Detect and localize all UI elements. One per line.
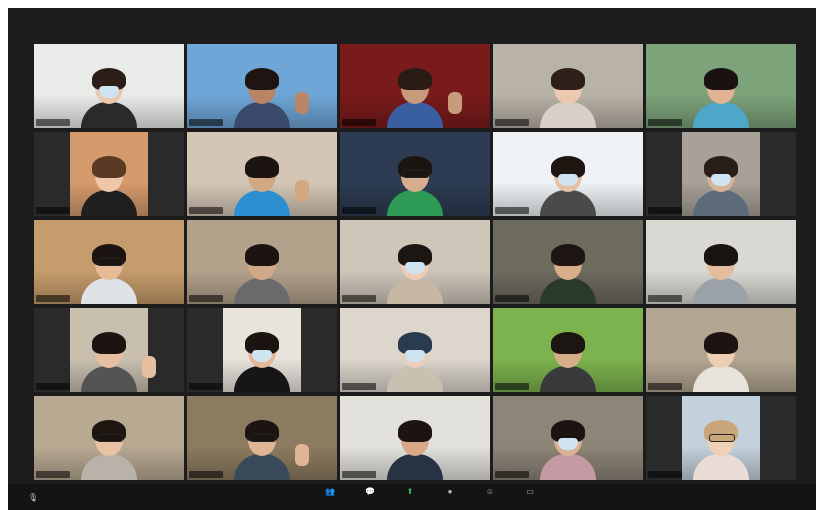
meeting-toolbar: 🎙 👥 💬 ⬆ ● ☺ ▭ xyxy=(8,484,816,510)
participant-video-tile[interactable] xyxy=(493,308,643,392)
participant-name-tag xyxy=(495,119,529,126)
participant-name-tag xyxy=(342,471,376,478)
participant-avatar xyxy=(693,68,749,128)
more-icon: ▭ xyxy=(526,487,534,496)
participant-video-tile[interactable] xyxy=(340,396,490,480)
participant-avatar xyxy=(387,244,443,304)
participant-video-tile[interactable] xyxy=(646,132,796,216)
participant-avatar xyxy=(234,244,290,304)
participant-name-tag xyxy=(342,295,376,302)
participant-video-tile[interactable] xyxy=(187,308,337,392)
participant-video-tile[interactable] xyxy=(493,44,643,128)
participant-name-tag xyxy=(36,295,70,302)
participant-name-tag xyxy=(189,295,223,302)
record-button[interactable]: ● xyxy=(433,486,467,508)
participant-video-tile[interactable] xyxy=(187,44,337,128)
participant-avatar xyxy=(540,156,596,216)
participant-avatar xyxy=(81,244,137,304)
participant-avatar xyxy=(693,156,749,216)
participant-avatar xyxy=(693,244,749,304)
participant-name-tag xyxy=(648,207,682,214)
participant-name-tag xyxy=(189,207,223,214)
raised-hand-gesture xyxy=(142,356,156,378)
participant-video-tile[interactable] xyxy=(340,44,490,128)
participant-video-tile[interactable] xyxy=(646,308,796,392)
participant-avatar xyxy=(540,332,596,392)
participant-avatar xyxy=(234,332,290,392)
participant-video-tile[interactable] xyxy=(34,396,184,480)
raised-hand-gesture xyxy=(448,92,462,114)
participant-avatar xyxy=(693,332,749,392)
participant-video-tile[interactable] xyxy=(187,132,337,216)
raised-hand-gesture xyxy=(295,92,309,114)
participant-name-tag xyxy=(495,383,529,390)
participant-name-tag xyxy=(36,207,70,214)
participant-name-tag xyxy=(495,295,529,302)
participant-avatar xyxy=(387,420,443,480)
chat-icon: 💬 xyxy=(365,487,375,496)
participant-video-tile[interactable] xyxy=(34,44,184,128)
participant-avatar xyxy=(693,420,749,480)
raised-hand-gesture xyxy=(295,180,309,202)
share-screen-button[interactable]: ⬆ xyxy=(393,486,427,508)
participant-video-tile[interactable] xyxy=(493,132,643,216)
participant-name-tag xyxy=(342,207,376,214)
participant-video-tile[interactable] xyxy=(34,308,184,392)
participant-avatar xyxy=(81,156,137,216)
participant-video-tile[interactable] xyxy=(187,396,337,480)
microphone-icon: 🎙 xyxy=(27,493,39,502)
zoom-meeting-window: 🎙 👥 💬 ⬆ ● ☺ ▭ xyxy=(8,8,816,510)
participant-video-tile[interactable] xyxy=(340,132,490,216)
participant-video-tile[interactable] xyxy=(340,220,490,304)
participant-avatar xyxy=(540,244,596,304)
participant-name-tag xyxy=(648,471,682,478)
participant-name-tag xyxy=(648,295,682,302)
participant-video-tile[interactable] xyxy=(493,220,643,304)
more-button[interactable]: ▭ xyxy=(513,486,547,508)
chat-button[interactable]: 💬 xyxy=(353,486,387,508)
participant-video-tile[interactable] xyxy=(340,308,490,392)
participant-name-tag xyxy=(648,119,682,126)
participant-name-tag xyxy=(342,119,376,126)
reactions-icon: ☺ xyxy=(485,487,495,496)
participant-avatar xyxy=(234,68,290,128)
participant-name-tag xyxy=(189,471,223,478)
participant-avatar xyxy=(540,68,596,128)
participant-name-tag xyxy=(36,383,70,390)
participants-button[interactable]: 👥 xyxy=(313,486,347,508)
participant-avatar xyxy=(387,68,443,128)
record-icon: ● xyxy=(447,487,453,496)
participant-name-tag xyxy=(189,119,223,126)
participant-video-tile[interactable] xyxy=(34,220,184,304)
participant-video-tile[interactable] xyxy=(646,220,796,304)
reactions-button[interactable]: ☺ xyxy=(473,486,507,508)
participant-avatar xyxy=(387,156,443,216)
participant-name-tag xyxy=(36,471,70,478)
participant-name-tag xyxy=(648,383,682,390)
participant-name-tag xyxy=(342,383,376,390)
participants-icon: 👥 xyxy=(325,487,335,496)
participant-video-tile[interactable] xyxy=(646,396,796,480)
participant-video-tile[interactable] xyxy=(493,396,643,480)
gallery-view-grid xyxy=(34,44,796,480)
participant-avatar xyxy=(81,420,137,480)
participant-name-tag xyxy=(189,383,223,390)
participant-name-tag xyxy=(495,207,529,214)
participant-avatar xyxy=(540,420,596,480)
audio-control[interactable]: 🎙 xyxy=(18,487,48,507)
participant-video-tile[interactable] xyxy=(187,220,337,304)
participant-avatar xyxy=(81,332,137,392)
participant-avatar xyxy=(387,332,443,392)
raised-hand-gesture xyxy=(295,444,309,466)
participant-avatar xyxy=(234,156,290,216)
participant-video-tile[interactable] xyxy=(646,44,796,128)
participant-avatar xyxy=(81,68,137,128)
participant-avatar xyxy=(234,420,290,480)
share-screen-icon: ⬆ xyxy=(406,487,414,496)
participant-name-tag xyxy=(36,119,70,126)
participant-video-tile[interactable] xyxy=(34,132,184,216)
participant-name-tag xyxy=(495,471,529,478)
